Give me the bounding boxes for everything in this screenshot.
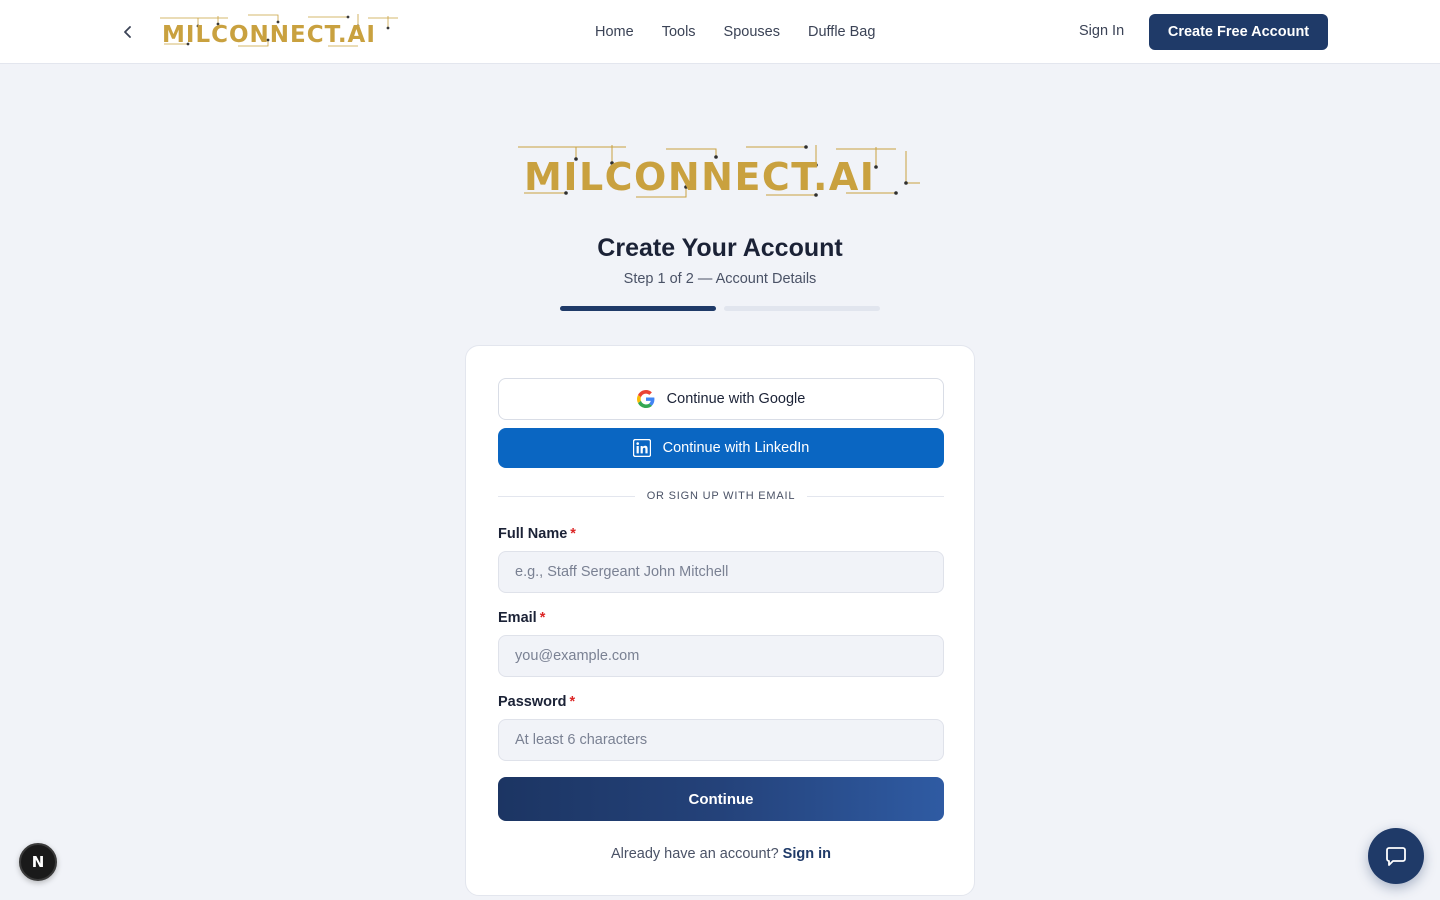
required-asterisk: * (569, 694, 576, 710)
signup-card: Continue with Google Continue with Linke… (465, 345, 975, 896)
nav-duffle-bag[interactable]: Duffle Bag (808, 24, 875, 40)
nav-tools[interactable]: Tools (662, 24, 696, 40)
sign-in-link[interactable]: Sign In (1079, 23, 1124, 39)
nav-spouses[interactable]: Spouses (724, 24, 780, 40)
chat-button[interactable] (1368, 828, 1424, 884)
password-input[interactable] (498, 719, 944, 761)
logo-wordmark: MILCONNECT.AI (162, 22, 376, 48)
progress-step-2 (724, 306, 880, 311)
dev-tools-badge[interactable]: N (19, 843, 57, 881)
step-progress (560, 306, 880, 311)
nextjs-n-icon: N (32, 853, 45, 871)
continue-with-google-button[interactable]: Continue with Google (498, 378, 944, 420)
divider-line-right (807, 495, 944, 497)
chat-bubble-icon (1386, 847, 1406, 866)
required-asterisk: * (570, 526, 576, 542)
step-subtitle: Step 1 of 2 — Account Details (623, 271, 817, 287)
milconnect-logo-large: MILCONNECT.AI (518, 145, 920, 199)
back-button[interactable] (116, 20, 140, 44)
sign-in-link-bottom[interactable]: Sign in (783, 846, 831, 862)
google-button-label: Continue with Google (666, 391, 806, 407)
linkedin-icon (632, 439, 651, 457)
linkedin-button-label: Continue with LinkedIn (662, 440, 810, 456)
password-label: Password * (498, 694, 575, 710)
continue-button[interactable]: Continue (498, 777, 944, 821)
full-name-input[interactable] (498, 551, 944, 593)
google-icon (636, 390, 655, 408)
or-divider: OR SIGN UP WITH EMAIL (498, 489, 944, 503)
sign-in-prompt: Already have an account? Sign in (466, 846, 976, 862)
create-free-account-button[interactable]: Create Free Account (1149, 14, 1328, 50)
required-asterisk: * (539, 610, 546, 626)
chevron-left-icon (124, 26, 131, 38)
full-name-label-text: Full Name (498, 526, 568, 542)
divider-text: OR SIGN UP WITH EMAIL (646, 490, 796, 502)
top-navbar: MILCONNECT.AI Home Tools Spouses Duffle … (0, 0, 1440, 64)
page-title: Create Your Account (597, 234, 843, 262)
main-nav: Home Tools Spouses Duffle Bag (595, 0, 875, 64)
nav-home[interactable]: Home (595, 24, 634, 40)
milconnect-logo[interactable]: MILCONNECT.AI (158, 12, 404, 50)
progress-step-1 (560, 306, 716, 311)
continue-with-linkedin-button[interactable]: Continue with LinkedIn (498, 428, 944, 468)
dev-badge-letter: N (32, 853, 45, 871)
email-label: Email * (498, 610, 545, 626)
email-input[interactable] (498, 635, 944, 677)
full-name-label: Full Name * (498, 526, 576, 542)
password-label-text: Password (498, 694, 567, 710)
logo-wordmark-large: MILCONNECT.AI (524, 155, 875, 199)
divider-line-left (498, 495, 635, 497)
email-label-text: Email (498, 610, 537, 626)
already-have-account-text: Already have an account? (610, 846, 779, 862)
